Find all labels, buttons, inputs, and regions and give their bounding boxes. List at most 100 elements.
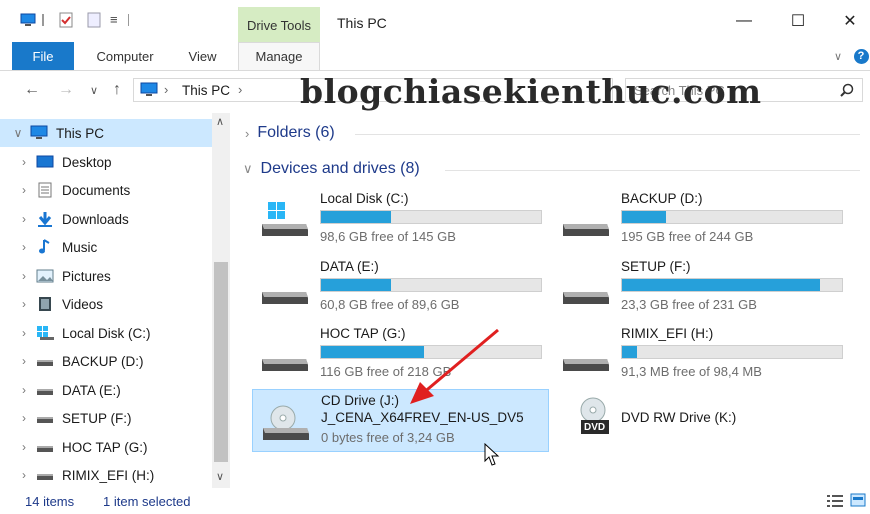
sidebar-item-downloads[interactable]: › Downloads [0, 205, 212, 233]
status-bar: 14 items 1 item selected [0, 488, 870, 514]
pc-icon[interactable] [20, 12, 36, 28]
expand-chevron-icon[interactable]: › [12, 183, 36, 197]
sidebar-item-label: SETUP (F:) [62, 410, 132, 426]
drive-icon [36, 410, 54, 426]
tab-computer[interactable]: Computer [85, 42, 165, 70]
drive-tile-k-dvd[interactable]: DVD DVD RW Drive (K:) [553, 392, 848, 452]
drive-tile-d[interactable]: BACKUP (D:) 195 GB free of 244 GB [553, 188, 848, 248]
sidebar-item-hoc-tap-g[interactable]: › HOC TAP (G:) [0, 433, 212, 461]
ribbon-expand-button[interactable]: ∨ [828, 42, 848, 70]
collapse-chevron-icon[interactable]: ∨ [6, 126, 30, 140]
group-devices-and-drives[interactable]: ∨ Devices and drives (8) [243, 160, 420, 178]
scroll-down-button[interactable]: ∨ [216, 470, 224, 483]
search-icon [840, 83, 854, 100]
sidebar-item-label: DATA (E:) [62, 382, 121, 398]
dvd-badge: DVD [584, 422, 606, 433]
help-icon: ? [853, 48, 869, 64]
expand-chevron-icon[interactable]: › [12, 212, 36, 226]
drive-icon [36, 382, 54, 398]
sidebar-item-label: Downloads [62, 211, 129, 227]
tab-manage[interactable]: Manage [238, 42, 320, 70]
tab-view[interactable]: View [175, 42, 230, 70]
new-folder-icon[interactable] [86, 12, 102, 28]
details-view-button[interactable] [826, 494, 844, 511]
collapse-chevron-icon: ∨ [243, 161, 253, 176]
sidebar-item-label: Pictures [62, 268, 111, 284]
sidebar-item-local-disk-c[interactable]: › Local Disk (C:) [0, 319, 212, 347]
maximize-button[interactable]: ☐ [778, 6, 818, 36]
drive-name: CD Drive (J:) [321, 393, 399, 408]
drive-name: RIMIX_EFI (H:) [621, 326, 714, 341]
breadcrumb-dropdown[interactable]: › [238, 82, 242, 97]
scrollbar-thumb[interactable] [214, 262, 228, 462]
drive-name: BACKUP (D:) [621, 191, 703, 206]
expand-chevron-icon[interactable]: › [12, 440, 36, 454]
tab-file[interactable]: File [12, 42, 74, 70]
navigation-pane: ∨ This PC › Desktop › Documents › Downlo… [0, 113, 230, 488]
group-folders[interactable]: › Folders (6) [245, 124, 335, 142]
sidebar-item-desktop[interactable]: › Desktop [0, 148, 212, 176]
expand-chevron-icon[interactable]: › [12, 354, 36, 368]
drive-free-space: 91,3 MB free of 98,4 MB [621, 364, 762, 379]
minimize-button[interactable]: — [724, 6, 764, 36]
sidebar-item-label: RIMIX_EFI (H:) [62, 467, 155, 483]
sidebar-item-documents[interactable]: › Documents [0, 176, 212, 204]
item-count: 14 items [25, 494, 75, 509]
drive-usage-bar [621, 278, 843, 292]
annotation-arrow [410, 328, 499, 404]
expand-chevron-icon[interactable]: › [12, 326, 36, 340]
sidebar-item-pictures[interactable]: › Pictures [0, 262, 212, 290]
drive-name: HOC TAP (G:) [320, 326, 406, 341]
expand-chevron-icon[interactable]: › [12, 240, 36, 254]
drive-icon [260, 270, 310, 306]
drive-free-space: 23,3 GB free of 231 GB [621, 297, 757, 312]
sidebar-item-rimix-efi-h[interactable]: › RIMIX_EFI (H:) [0, 461, 212, 489]
sidebar-item-backup-d[interactable]: › BACKUP (D:) [0, 347, 212, 375]
sidebar-item-videos[interactable]: › Videos [0, 290, 212, 318]
sidebar-item-label: BACKUP (D:) [62, 353, 144, 369]
pc-icon [30, 125, 48, 141]
help-button[interactable]: ? [852, 42, 870, 70]
desktop-icon [36, 154, 54, 170]
details-view-icon [827, 495, 843, 507]
group-divider [445, 170, 860, 171]
expand-chevron-icon[interactable]: › [12, 411, 36, 425]
mouse-cursor-icon [484, 443, 500, 466]
pictures-icon [36, 268, 54, 284]
properties-icon[interactable] [58, 12, 74, 28]
sidebar-item-music[interactable]: › Music [0, 233, 212, 261]
drive-name: DVD RW Drive (K:) [621, 410, 737, 425]
back-button[interactable]: ← [24, 81, 40, 99]
ribbon-tabs: File Computer View Manage ∨ ? [0, 42, 870, 71]
drive-tools-label: Drive Tools [246, 18, 312, 33]
drive-usage-bar [621, 210, 843, 224]
tiles-view-icon [850, 493, 866, 507]
forward-button[interactable]: → [58, 81, 74, 99]
scroll-up-button[interactable]: ∧ [216, 115, 224, 128]
expand-chevron-icon[interactable]: › [12, 269, 36, 283]
drive-tile-c[interactable]: Local Disk (C:) 98,6 GB free of 145 GB [252, 188, 547, 248]
drive-tile-e[interactable]: DATA (E:) 60,8 GB free of 89,6 GB [252, 256, 547, 316]
close-button[interactable]: ✕ [830, 6, 870, 36]
drive-icon [260, 337, 310, 373]
drive-tile-h[interactable]: RIMIX_EFI (H:) 91,3 MB free of 98,4 MB [553, 323, 848, 383]
drive-usage-bar [320, 278, 542, 292]
documents-icon [36, 182, 54, 198]
drive-icon [561, 337, 611, 373]
recent-locations-button[interactable]: ∨ [90, 84, 98, 97]
group-devices-label: Devices and drives (8) [260, 160, 420, 177]
expand-chevron-icon[interactable]: › [12, 468, 36, 482]
drive-name: Local Disk (C:) [320, 191, 409, 206]
expand-chevron-icon[interactable]: › [12, 155, 36, 169]
sidebar-item-setup-f[interactable]: › SETUP (F:) [0, 404, 212, 432]
customize-toolbar-icon[interactable]: ≡ [110, 12, 126, 28]
sidebar-item-data-e[interactable]: › DATA (E:) [0, 376, 212, 404]
breadcrumb-this-pc[interactable]: This PC [182, 83, 230, 98]
drive-tile-f[interactable]: SETUP (F:) 23,3 GB free of 231 GB [553, 256, 848, 316]
downloads-icon [36, 211, 54, 227]
expand-chevron-icon[interactable]: › [12, 383, 36, 397]
expand-chevron-icon[interactable]: › [12, 297, 36, 311]
tiles-view-button[interactable] [850, 493, 866, 510]
sidebar-item-this-pc[interactable]: ∨ This PC [0, 119, 212, 147]
up-button[interactable]: ↑ [113, 81, 121, 99]
